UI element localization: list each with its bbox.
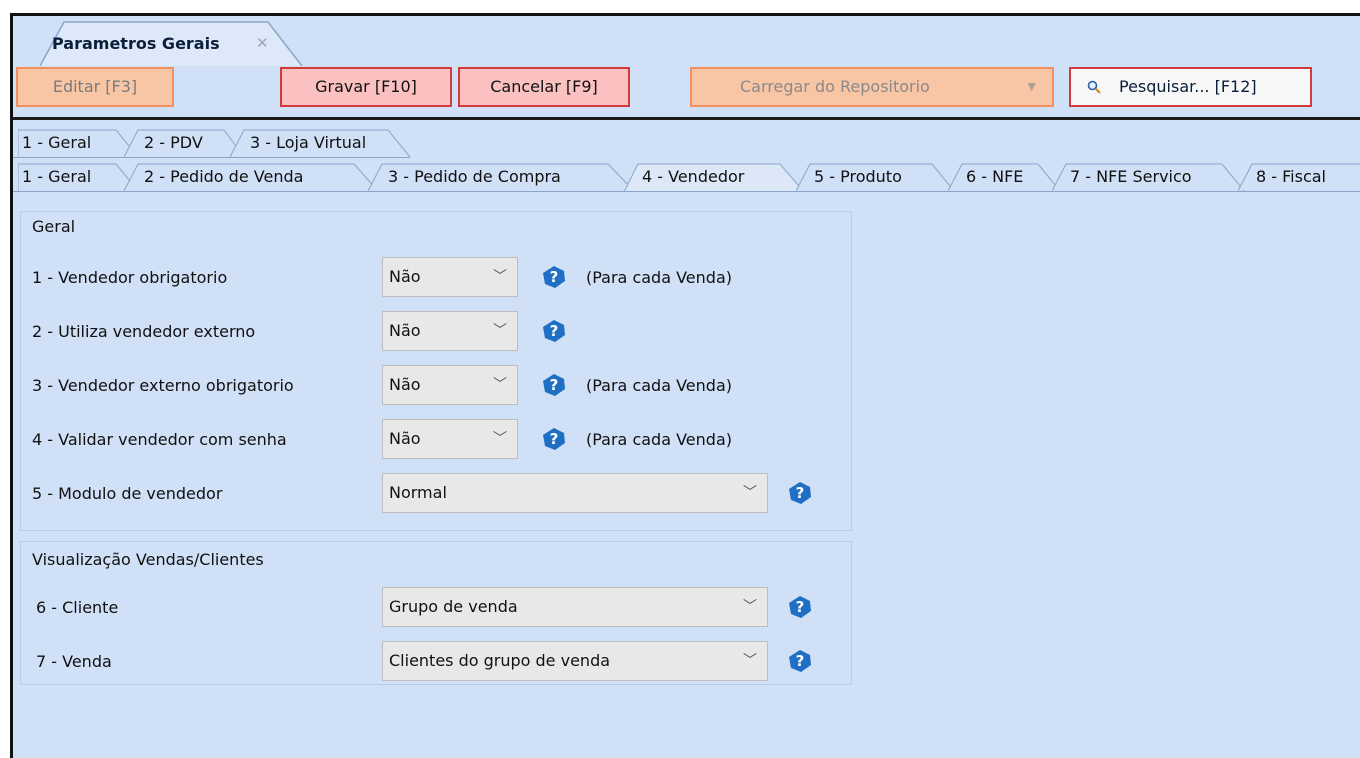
window-left-line xyxy=(10,13,13,758)
tab-nfe-servico[interactable]: 7 - NFE Servico xyxy=(1052,163,1245,191)
window-left-margin xyxy=(0,13,10,758)
toolbar-separator xyxy=(13,117,1360,120)
pesquisar-label: Pesquisar... [F12] xyxy=(1119,77,1257,96)
select-value: Não xyxy=(389,267,421,286)
help-icon[interactable]: ? xyxy=(788,649,812,673)
select-modulo-vendedor[interactable]: Normal ﹀ xyxy=(382,473,768,513)
tab-row2-baseline xyxy=(13,191,1360,192)
select-utiliza-vendedor-externo[interactable]: Não ﹀ xyxy=(382,311,518,351)
tab-label: 3 - Loja Virtual xyxy=(250,133,367,152)
tab-label: 6 - NFE xyxy=(966,167,1024,186)
document-tab-label: Parametros Gerais xyxy=(52,34,220,53)
chevron-down-icon: ﹀ xyxy=(493,269,507,285)
note-para-cada-venda: (Para cada Venda) xyxy=(586,430,732,449)
tab-loja-virtual[interactable]: 3 - Loja Virtual xyxy=(230,129,411,157)
select-value: Normal xyxy=(389,483,447,502)
select-vendedor-obrigatorio[interactable]: Não ﹀ xyxy=(382,257,518,297)
tab-row1-baseline xyxy=(13,157,410,158)
tab-label: 5 - Produto xyxy=(814,167,902,186)
pesquisar-button[interactable]: Pesquisar... [F12] xyxy=(1069,67,1312,107)
svg-text:?: ? xyxy=(550,268,559,286)
document-tab-parametros-gerais[interactable]: Parametros Gerais ✕ xyxy=(40,20,310,66)
help-icon[interactable]: ? xyxy=(542,265,566,289)
editar-button[interactable]: Editar [F3] xyxy=(16,67,174,107)
group-title-geral: Geral xyxy=(32,217,76,236)
help-icon[interactable]: ? xyxy=(542,319,566,343)
help-icon[interactable]: ? xyxy=(788,481,812,505)
note-para-cada-venda: (Para cada Venda) xyxy=(586,268,732,287)
chevron-down-icon: ﹀ xyxy=(743,599,757,615)
cancelar-button[interactable]: Cancelar [F9] xyxy=(458,67,630,107)
label-venda: 7 - Venda xyxy=(36,652,112,671)
svg-text:?: ? xyxy=(550,322,559,340)
svg-text:?: ? xyxy=(796,484,805,502)
svg-text:?: ? xyxy=(796,598,805,616)
chevron-down-icon: ﹀ xyxy=(493,431,507,447)
tab-geral[interactable]: 1 - Geral xyxy=(18,163,139,191)
tab-produto[interactable]: 5 - Produto xyxy=(796,163,955,191)
svg-text:?: ? xyxy=(550,376,559,394)
tab-label: 8 - Fiscal xyxy=(1256,167,1326,186)
tab-geral-main[interactable]: 1 - Geral xyxy=(18,129,139,157)
tab-label: 1 - Geral xyxy=(22,133,92,152)
select-validar-vendedor-senha[interactable]: Não ﹀ xyxy=(382,419,518,459)
chevron-down-icon: ﹀ xyxy=(493,323,507,339)
chevron-down-icon: ﹀ xyxy=(743,653,757,669)
note-para-cada-venda: (Para cada Venda) xyxy=(586,376,732,395)
carregar-label: Carregar do Repositorio xyxy=(740,77,930,96)
tab-label: 7 - NFE Servico xyxy=(1070,167,1192,186)
tab-label: 2 - Pedido de Venda xyxy=(144,167,304,186)
tab-pedido-compra[interactable]: 3 - Pedido de Compra xyxy=(368,163,635,191)
dropdown-arrow-icon: ▼ xyxy=(1027,80,1036,93)
search-icon xyxy=(1087,80,1101,94)
select-vendedor-externo-obrigatorio[interactable]: Não ﹀ xyxy=(382,365,518,405)
select-value: Grupo de venda xyxy=(389,597,518,616)
label-modulo-vendedor: 5 - Modulo de vendedor xyxy=(32,484,223,503)
window-top-line xyxy=(10,13,1360,16)
select-cliente[interactable]: Grupo de venda ﹀ xyxy=(382,587,768,627)
chevron-down-icon: ﹀ xyxy=(743,485,757,501)
tab-label: 3 - Pedido de Compra xyxy=(388,167,561,186)
select-value: Não xyxy=(389,375,421,394)
label-vendedor-obrigatorio: 1 - Vendedor obrigatorio xyxy=(32,268,228,287)
tab-nfe[interactable]: 6 - NFE xyxy=(948,163,1061,191)
carregar-repositorio-dropdown[interactable]: Carregar do Repositorio ▼ xyxy=(690,67,1054,107)
tab-label: 2 - PDV xyxy=(144,133,203,152)
tab-label: 4 - Vendedor xyxy=(642,167,745,186)
label-vendedor-externo-obrigatorio: 3 - Vendedor externo obrigatorio xyxy=(32,376,294,395)
tab-vendedor[interactable]: 4 - Vendedor xyxy=(624,163,804,191)
group-title-visualizacao: Visualização Vendas/Clientes xyxy=(32,550,264,569)
label-validar-vendedor-senha: 4 - Validar vendedor com senha xyxy=(32,430,287,449)
help-icon[interactable]: ? xyxy=(542,427,566,451)
help-icon[interactable]: ? xyxy=(542,373,566,397)
select-value: Não xyxy=(389,429,421,448)
tab-label: 1 - Geral xyxy=(22,167,92,186)
tab-pdv[interactable]: 2 - PDV xyxy=(124,129,245,157)
svg-text:?: ? xyxy=(796,652,805,670)
main-window: Parametros Gerais ✕ Editar [F3] Gravar [… xyxy=(0,0,1360,758)
window-top-margin xyxy=(0,0,1360,13)
select-value: Clientes do grupo de venda xyxy=(389,651,611,670)
label-utiliza-vendedor-externo: 2 - Utiliza vendedor externo xyxy=(32,322,256,341)
label-cliente: 6 - Cliente xyxy=(36,598,119,617)
tab-pedido-venda[interactable]: 2 - Pedido de Venda xyxy=(124,163,379,191)
tab-fiscal[interactable]: 8 - Fiscal xyxy=(1238,163,1360,191)
select-value: Não xyxy=(389,321,421,340)
help-icon[interactable]: ? xyxy=(788,595,812,619)
chevron-down-icon: ﹀ xyxy=(493,377,507,393)
close-icon[interactable]: ✕ xyxy=(256,34,269,52)
gravar-button[interactable]: Gravar [F10] xyxy=(280,67,452,107)
svg-text:?: ? xyxy=(550,430,559,448)
select-venda[interactable]: Clientes do grupo de venda ﹀ xyxy=(382,641,768,681)
